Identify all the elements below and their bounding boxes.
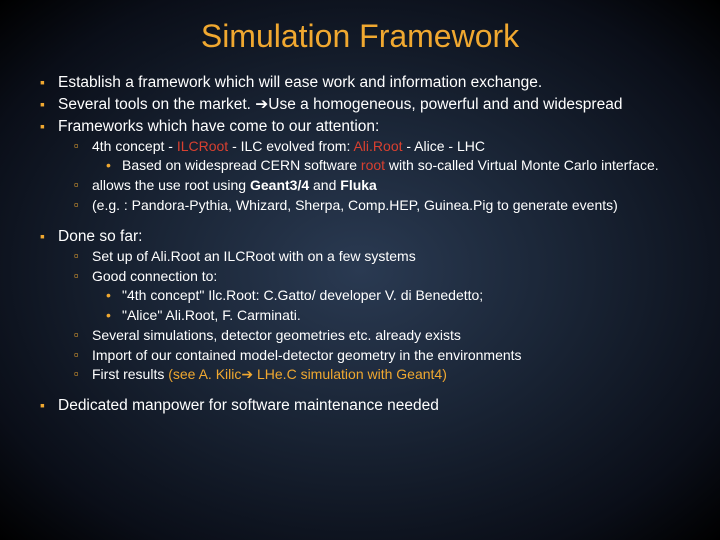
text: Done so far:	[58, 228, 142, 245]
highlight-text: (see A. Kilic	[168, 366, 241, 382]
text: (e.g. : Pandora-Pythia, Whizard, Sherpa,…	[92, 197, 618, 213]
text: and	[309, 177, 340, 193]
text: Based on widespread CERN software	[122, 157, 361, 173]
bold-text: Geant3/4	[250, 177, 309, 193]
sub-item: (e.g. : Pandora-Pythia, Whizard, Sherpa,…	[58, 196, 690, 215]
sub-item: First results (see A. Kilic➔ LHe.C simul…	[58, 365, 690, 384]
sub-sub-item: "Alice" Ali.Root, F. Carminati.	[92, 306, 690, 325]
sub-sub-item: Based on widespread CERN software root w…	[92, 156, 690, 175]
bold-text: Fluka	[340, 177, 377, 193]
text: Dedicated manpower for software maintena…	[58, 397, 439, 414]
bullet-list: Establish a framework which will ease wo…	[30, 73, 690, 417]
highlight-text: LHe.C simulation with Geant4)	[253, 366, 447, 382]
text: with so-called Virtual Monte Carlo inter…	[385, 157, 659, 173]
text: 4th concept -	[92, 138, 177, 154]
bullet-item: Several tools on the market. ➔Use a homo…	[30, 95, 690, 115]
bullet-item: Establish a framework which will ease wo…	[30, 73, 690, 93]
highlight-text: root	[361, 157, 385, 173]
text: Frameworks which have come to our attent…	[58, 118, 379, 135]
text: Use a homogeneous, powerful and and wide…	[268, 96, 622, 113]
sub-item: Set up of Ali.Root an ILCRoot with on a …	[58, 247, 690, 266]
sub-item: Good connection to: "4th concept" Ilc.Ro…	[58, 267, 690, 325]
sub-sub-list: Based on widespread CERN software root w…	[92, 156, 690, 175]
sub-sub-item: "4th concept" Ilc.Root: C.Gatto/ develop…	[92, 286, 690, 305]
sub-item: Import of our contained model-detector g…	[58, 346, 690, 365]
text: Import of our contained model-detector g…	[92, 347, 522, 363]
sub-sub-list: "4th concept" Ilc.Root: C.Gatto/ develop…	[92, 286, 690, 325]
text: - Alice - LHC	[403, 138, 485, 154]
highlight-text: ILCRoot	[177, 138, 232, 154]
text: "4th concept" Ilc.Root: C.Gatto/ develop…	[122, 287, 483, 303]
text: Set up of Ali.Root an ILCRoot with on a …	[92, 248, 416, 264]
text: "Alice" Ali.Root, F. Carminati.	[122, 307, 301, 323]
arrow-icon: ➔	[241, 365, 253, 384]
text: First results	[92, 366, 168, 382]
highlight-text: Ali.Root	[353, 138, 402, 154]
arrow-icon: ➔	[255, 95, 268, 115]
bullet-item: Dedicated manpower for software maintena…	[30, 396, 690, 416]
bullet-item: Frameworks which have come to our attent…	[30, 117, 690, 215]
slide-title: Simulation Framework	[30, 18, 690, 55]
sub-item: Several simulations, detector geometries…	[58, 326, 690, 345]
sub-item: allows the use root using Geant3/4 and F…	[58, 176, 690, 195]
text: Several tools on the market.	[58, 96, 255, 113]
text: - ILC evolved from:	[232, 138, 353, 154]
text: allows the use root using	[92, 177, 250, 193]
slide: Simulation Framework Establish a framewo…	[0, 0, 720, 540]
bullet-item: Done so far: Set up of Ali.Root an ILCRo…	[30, 227, 690, 384]
text: Good connection to:	[92, 268, 217, 284]
sub-list: Set up of Ali.Root an ILCRoot with on a …	[58, 247, 690, 384]
sub-item: 4th concept - ILCRoot - ILC evolved from…	[58, 137, 690, 175]
text: Several simulations, detector geometries…	[92, 327, 461, 343]
sub-list: 4th concept - ILCRoot - ILC evolved from…	[58, 137, 690, 215]
text: Establish a framework which will ease wo…	[58, 74, 542, 91]
